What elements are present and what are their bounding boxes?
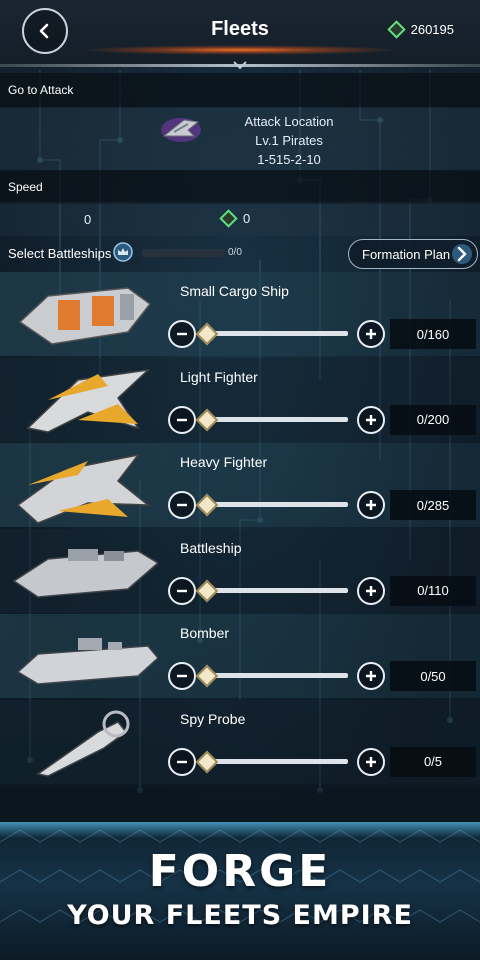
quantity-slider-thumb[interactable] [195,664,219,688]
banner-glow [0,822,480,838]
increase-button[interactable] [357,491,385,519]
ship-image-icon [16,638,158,685]
minus-icon [177,674,187,678]
ship-name: Bomber [180,625,230,641]
ship-image-icon [26,368,151,433]
attack-section-label: Go to Attack [8,83,74,97]
select-battleships-label: Select Battleships [8,246,112,261]
banner-subheadline: YOUR FLEETS EMPIRE [67,900,413,931]
capacity-bar [142,249,224,257]
ship-name: Heavy Fighter [180,454,268,470]
banner-headline: FORGE [148,846,332,897]
fleet-capacity-icon [113,242,133,262]
ship-image-icon [12,548,158,598]
quantity-slider-thumb[interactable] [195,493,219,517]
ship-name: Small Cargo Ship [180,283,289,299]
currency-display: 260195 [386,20,454,39]
formation-plan-button[interactable]: Formation Plan [348,239,478,269]
quantity-slider-track[interactable] [200,587,348,593]
ship-row: Heavy Fighter 0/285 [0,443,480,527]
minus-icon [177,760,187,763]
increase-button[interactable] [357,576,385,605]
ship-count: 0/285 [390,490,476,520]
decrease-button[interactable] [168,576,196,605]
quantity-slider-thumb[interactable] [195,322,219,346]
plus-icon [366,414,376,425]
minus-icon [177,503,187,507]
ship-row: Bomber 0/50 [0,614,480,698]
ship-row: Light Fighter 0/200 [0,357,480,442]
quantity-slider-track[interactable] [200,502,348,507]
ship-row: Battleship 0/110 [0,528,480,613]
ship-count: 0/200 [390,404,476,435]
speed-value: 0 [84,212,92,227]
quantity-slider-track[interactable] [200,331,348,336]
title-glow [80,45,400,55]
decrease-button[interactable] [168,662,196,690]
quantity-slider-track[interactable] [200,758,348,764]
ship-name: Battleship [180,539,242,556]
green-gem-icon [386,20,406,39]
decrease-button[interactable] [168,747,196,776]
attack-target-name: Lv.1 Pirates [255,133,323,148]
currency-value: 260195 [410,22,454,37]
minus-icon [177,589,187,592]
minus-icon [177,418,187,421]
formation-plan-label: Formation Plan [362,246,451,262]
chevron-right-icon [452,244,472,264]
speed-section-label: Speed [8,180,43,194]
quantity-slider-thumb[interactable] [195,750,219,773]
increase-button[interactable] [357,405,385,434]
ship-count: 0/50 [390,661,476,691]
quantity-slider-track[interactable] [200,416,348,422]
attack-coordinates: 1-515-2-10 [257,152,321,167]
ship-count: 0/160 [390,319,476,349]
decrease-button[interactable] [168,320,196,348]
plus-icon [366,585,376,596]
gem-cost-value: 0 [243,211,251,226]
plus-icon [366,671,376,681]
speed-section-header: Speed [0,170,480,204]
decrease-button[interactable] [168,405,196,434]
ship-name: Light Fighter [180,368,258,385]
ship-image-icon [18,287,152,345]
increase-button[interactable] [357,320,385,348]
plus-icon [366,756,376,767]
attack-section-header: Go to Attack [0,73,480,107]
ship-row: Small Cargo Ship 0/160 [0,272,480,356]
ship-image-icon [16,453,151,524]
decrease-button[interactable] [168,491,196,519]
capacity-text: 0/0 [228,247,242,258]
ship-name: Spy Probe [180,710,246,727]
ship-image-icon [36,710,130,777]
increase-button[interactable] [357,747,385,776]
ship-row: Spy Probe 0/5 [0,699,480,784]
ship-count: 0/5 [390,746,476,777]
chevron-down-icon [233,61,247,70]
minus-icon [177,332,187,336]
plus-icon [366,329,376,339]
quantity-slider-track[interactable] [200,673,348,678]
plus-icon [366,500,376,510]
speed-gem-cost: 0 [219,209,251,228]
pirate-ship-icon [161,118,201,142]
increase-button[interactable] [357,662,385,690]
green-gem-icon [219,209,238,228]
ship-count: 0/110 [390,575,476,606]
quantity-slider-thumb[interactable] [195,408,219,431]
quantity-slider-thumb[interactable] [195,579,219,602]
attack-location-label: Attack Location [244,114,334,129]
promo-banner: FORGE YOUR FLEETS EMPIRE [0,822,480,960]
attack-location-info: Attack Location Lv.1 Pirates 1-515-2-10 [222,112,356,169]
